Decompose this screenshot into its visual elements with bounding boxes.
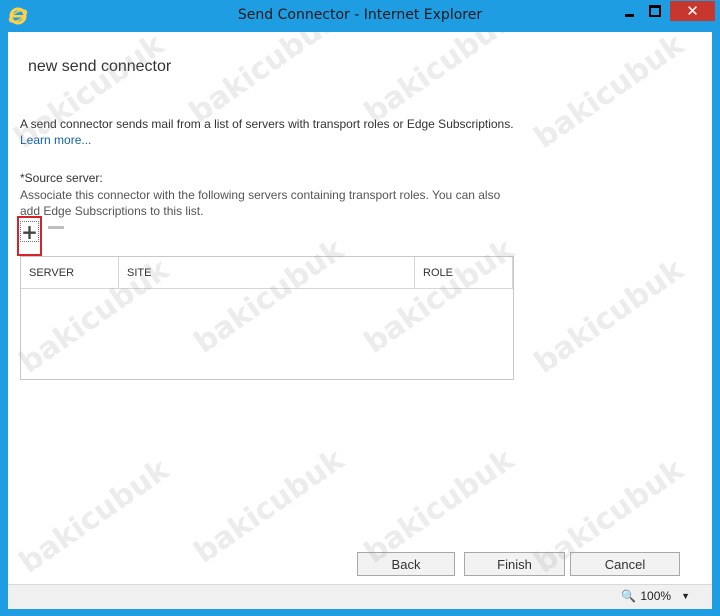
column-header-server[interactable]: SERVER bbox=[21, 257, 119, 288]
minimize-icon bbox=[624, 13, 634, 17]
column-header-role[interactable]: ROLE bbox=[415, 257, 513, 288]
watermark: bakicubuk bbox=[528, 252, 691, 381]
page-title: new send connector bbox=[28, 58, 172, 75]
watermark: bakicubuk bbox=[13, 452, 176, 581]
status-bar: 🔍 100% ▼ bbox=[8, 584, 712, 609]
content-area: new send connector A send connector send… bbox=[8, 32, 712, 584]
close-icon: ✕ bbox=[686, 1, 699, 20]
table-header: SERVER SITE ROLE bbox=[21, 257, 513, 289]
minimize-button[interactable] bbox=[616, 1, 642, 21]
watermark: bakicubuk bbox=[528, 32, 691, 156]
add-icon: + bbox=[20, 219, 39, 244]
zoom-icon: 🔍 bbox=[621, 589, 637, 603]
column-header-site[interactable]: SITE bbox=[119, 257, 415, 288]
close-button[interactable]: ✕ bbox=[670, 1, 715, 21]
source-server-hint: Associate this connector with the follow… bbox=[20, 188, 501, 218]
learn-more-link[interactable]: Learn more... bbox=[20, 133, 91, 147]
remove-icon[interactable] bbox=[48, 226, 64, 229]
add-server-button[interactable]: + bbox=[17, 216, 42, 256]
watermark: bakicubuk bbox=[188, 442, 351, 571]
watermark: bakicubuk bbox=[183, 32, 346, 131]
source-server-label: *Source server: bbox=[20, 171, 103, 185]
maximize-icon bbox=[649, 5, 661, 17]
description-text: A send connector sends mail from a list … bbox=[20, 117, 514, 131]
watermark: bakicubuk bbox=[358, 32, 521, 131]
source-server-table: SERVER SITE ROLE bbox=[20, 256, 514, 380]
title-bar: Send Connector - Internet Explorer ✕ bbox=[0, 0, 720, 32]
maximize-button[interactable] bbox=[642, 1, 668, 21]
back-button[interactable]: Back bbox=[357, 552, 455, 576]
zoom-control[interactable]: 🔍 100% ▼ bbox=[621, 589, 690, 603]
chevron-down-icon: ▼ bbox=[681, 591, 690, 601]
finish-button[interactable]: Finish bbox=[464, 552, 565, 576]
zoom-level: 100% bbox=[640, 589, 672, 603]
window-title: Send Connector - Internet Explorer bbox=[237, 7, 483, 23]
cancel-button[interactable]: Cancel bbox=[570, 552, 680, 576]
